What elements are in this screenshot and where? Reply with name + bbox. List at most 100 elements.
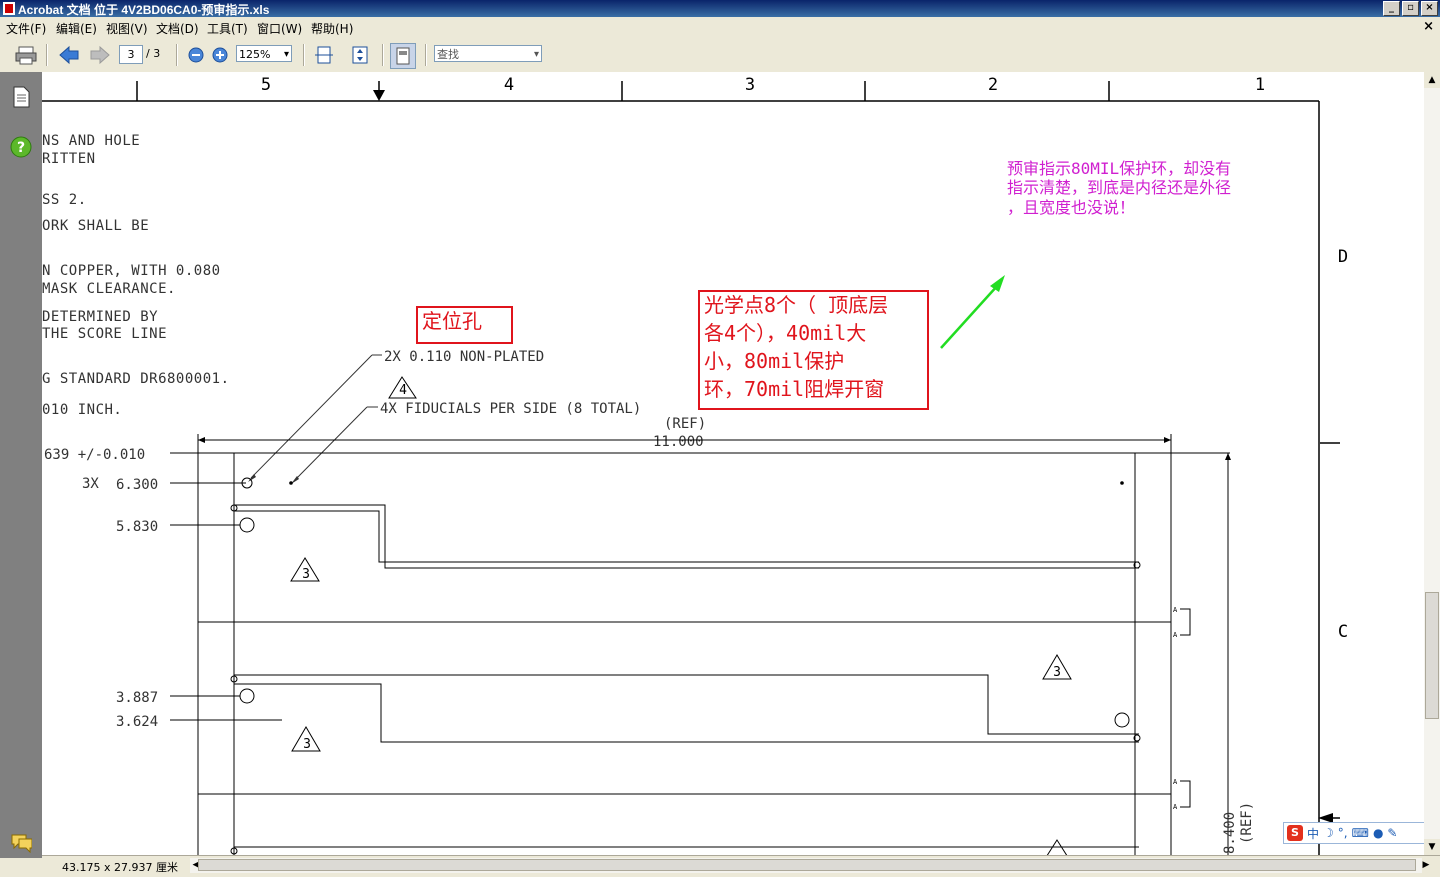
menu-window[interactable]: 窗口(W) bbox=[257, 20, 302, 37]
close-button[interactable]: × bbox=[1421, 1, 1438, 16]
fit-page-button[interactable] bbox=[348, 43, 372, 67]
ime-mode[interactable]: 中 bbox=[1307, 825, 1319, 842]
zone-row-d: D bbox=[1338, 247, 1348, 267]
annotation-note-line: 指示清楚，到底是内径还是外径 bbox=[1007, 178, 1231, 197]
zoom-out-icon bbox=[188, 47, 204, 63]
minimize-button[interactable]: _ bbox=[1383, 1, 1400, 16]
vertical-scrollbar[interactable]: ▲ ▼ bbox=[1424, 72, 1440, 855]
note-line: NS AND HOLE bbox=[42, 133, 140, 149]
menu-file[interactable]: 文件(F) bbox=[6, 20, 46, 37]
triangle-3-label: 3 bbox=[303, 737, 311, 752]
zone-row-c: C bbox=[1338, 622, 1348, 642]
fit-page-icon bbox=[352, 46, 368, 64]
window-title: Acrobat 文档 位于 4V2BD06CA0-预审指示.xls bbox=[18, 3, 270, 17]
sogou-logo-icon: S bbox=[1287, 825, 1303, 841]
dim-height-ref: (REF) bbox=[1239, 802, 1255, 844]
note-line: SS 2. bbox=[42, 192, 87, 208]
dim-3887: 3.887 bbox=[116, 690, 158, 706]
annotation-note-line: 预审指示80MIL保护环，却没有 bbox=[1007, 159, 1231, 178]
next-page-button[interactable] bbox=[88, 43, 112, 67]
minimize-icon: _ bbox=[1389, 2, 1394, 13]
zone-col-1: 1 bbox=[1255, 75, 1265, 95]
vertical-scroll-thumb[interactable] bbox=[1425, 592, 1439, 719]
dim-6300: 6.300 bbox=[116, 477, 158, 493]
close-icon: × bbox=[1425, 2, 1434, 13]
zoom-out-button[interactable] bbox=[184, 43, 208, 67]
comments-icon bbox=[11, 834, 32, 853]
comments-panel-button[interactable] bbox=[10, 832, 32, 854]
ime-toolbar[interactable]: S 中 ☽ °, ⌨ ● ✎ bbox=[1283, 822, 1424, 844]
page-total-label: / 3 bbox=[146, 47, 161, 60]
engineering-drawing: 5 4 3 2 1 D C NS AND HOLE RITTEN SS 2. O… bbox=[42, 75, 1348, 855]
triangle-3-label: 3 bbox=[1053, 665, 1061, 680]
triangle-3-label: 3 bbox=[302, 567, 310, 582]
zone-col-3: 3 bbox=[745, 75, 755, 95]
dim-639: 639 +/-0.010 bbox=[44, 447, 145, 463]
menu-document[interactable]: 文档(D) bbox=[156, 20, 199, 37]
note-line: THE SCORE LINE bbox=[42, 326, 167, 342]
note-line: 010 INCH. bbox=[42, 402, 122, 418]
page-size-label: 43.175 x 27.937 厘米 bbox=[62, 861, 178, 874]
dim-3624: 3.624 bbox=[116, 714, 158, 730]
help-icon: ? bbox=[10, 136, 32, 158]
zone-col-2: 2 bbox=[988, 75, 998, 95]
acrobat-icon bbox=[3, 2, 15, 15]
ime-punct[interactable]: °, bbox=[1338, 826, 1348, 840]
find-input[interactable]: 查找 bbox=[434, 45, 542, 63]
previous-page-button[interactable] bbox=[57, 43, 81, 67]
zoom-in-button[interactable] bbox=[208, 43, 232, 67]
menu-tools[interactable]: 工具(T) bbox=[207, 20, 248, 37]
restore-icon: ▫ bbox=[1407, 2, 1414, 13]
help-panel-button[interactable]: ? bbox=[10, 136, 32, 158]
callout-holes: 2X 0.110 NON-PLATED bbox=[384, 349, 544, 365]
zone-col-4: 4 bbox=[504, 75, 514, 95]
user-icon[interactable]: ● bbox=[1373, 826, 1383, 840]
annotation-fiducials-line: 小，80mil保护 bbox=[704, 349, 844, 373]
flag-a: A bbox=[1173, 778, 1178, 786]
scroll-down-icon[interactable]: ▼ bbox=[1424, 839, 1440, 855]
note-line: N COPPER, WITH 0.080 bbox=[42, 263, 221, 279]
document-view[interactable]: 5 4 3 2 1 D C NS AND HOLE RITTEN SS 2. O… bbox=[42, 72, 1424, 855]
menu-view[interactable]: 视图(V) bbox=[106, 20, 148, 37]
fit-width-icon bbox=[315, 46, 333, 64]
zone-col-5: 5 bbox=[261, 75, 271, 95]
printer-icon bbox=[15, 46, 37, 65]
arrow-right-icon bbox=[90, 45, 110, 65]
menu-edit[interactable]: 编辑(E) bbox=[56, 20, 97, 37]
annotation-fiducials-line: 各4个），40mil大 bbox=[704, 321, 866, 345]
navigation-panel: ? bbox=[0, 72, 42, 858]
close-document-button[interactable]: × bbox=[1423, 19, 1434, 34]
note-line: ORK SHALL BE bbox=[42, 218, 149, 234]
green-arrow-icon bbox=[940, 284, 999, 349]
note-line: MASK CLEARANCE. bbox=[42, 281, 176, 297]
keyboard-icon[interactable]: ⌨ bbox=[1352, 826, 1369, 840]
dim-3x: 3X bbox=[82, 476, 99, 492]
horizontal-scroll-thumb[interactable] bbox=[198, 859, 1416, 871]
flag-a: A bbox=[1173, 606, 1178, 614]
annotation-fiducials-line: 环，70mil阻焊开窗 bbox=[704, 377, 884, 401]
callout-fiducials: 4X FIDUCIALS PER SIDE (8 TOTAL) bbox=[380, 401, 641, 417]
dim-width: 11.000 bbox=[653, 434, 704, 450]
menu-bar: 文件(F) 编辑(E) 视图(V) 文档(D) 工具(T) 窗口(W) 帮助(H… bbox=[0, 17, 1440, 38]
single-page-view-button[interactable] bbox=[390, 43, 416, 69]
dim-5830: 5.830 bbox=[116, 519, 158, 535]
scroll-up-icon[interactable]: ▲ bbox=[1424, 72, 1440, 88]
horizontal-scrollbar[interactable]: ◀ ▶ bbox=[190, 858, 1429, 873]
single-page-icon bbox=[396, 47, 410, 65]
pages-panel-button[interactable] bbox=[10, 86, 32, 108]
moon-icon[interactable]: ☽ bbox=[1323, 826, 1334, 840]
wrench-icon[interactable]: ✎ bbox=[1387, 826, 1397, 840]
menu-help[interactable]: 帮助(H) bbox=[311, 20, 353, 37]
dim-height: 8.400 bbox=[1222, 812, 1238, 854]
note-line: G STANDARD DR6800001. bbox=[42, 371, 230, 387]
note-line: DETERMINED BY bbox=[42, 309, 158, 325]
window-titlebar: Acrobat 文档 位于 4V2BD06CA0-预审指示.xls _ ▫ × bbox=[0, 0, 1440, 17]
zoom-level-select[interactable]: 125% bbox=[236, 45, 292, 63]
restore-button[interactable]: ▫ bbox=[1402, 1, 1419, 16]
flag-a: A bbox=[1173, 803, 1178, 811]
scroll-right-icon[interactable]: ▶ bbox=[1420, 858, 1432, 873]
triangle-4-label: 4 bbox=[399, 383, 407, 398]
fit-width-button[interactable] bbox=[312, 43, 336, 67]
page-number-input[interactable]: 3 bbox=[119, 45, 143, 64]
print-button[interactable] bbox=[14, 43, 38, 67]
